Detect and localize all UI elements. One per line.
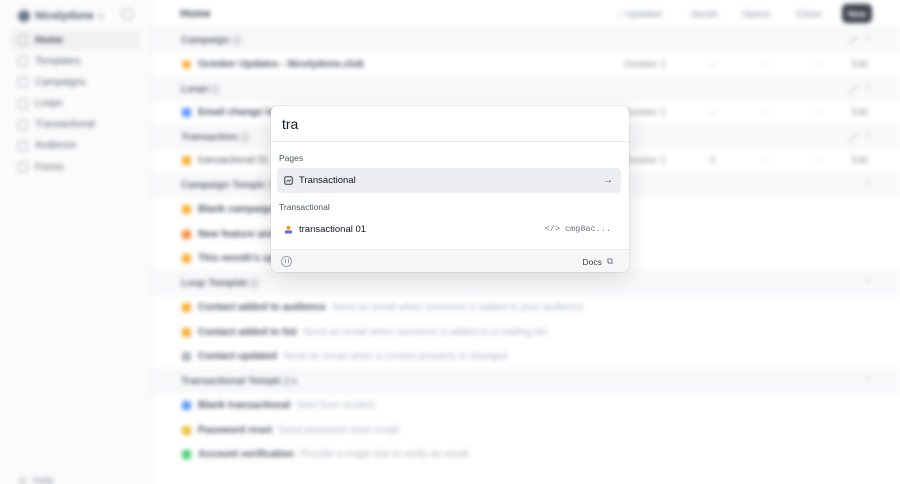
result-item-id: </> cmg8ac... [545,224,611,234]
app-logo-icon [281,256,292,267]
docs-link[interactable]: Docs ⧉ [583,256,613,267]
code-icon: </> [544,224,560,234]
page-icon [284,176,293,185]
arrow-right-icon: → [603,175,613,186]
result-item-label: transactional 01 [299,224,367,235]
docs-label: Docs [582,256,602,267]
group-label-transactional: Transactional [279,202,330,212]
person-icon [284,225,293,234]
group-label-pages: Pages [279,153,304,163]
result-id-value: cmg8ac... [565,224,611,234]
command-palette: Pages Transactional → Transactional tran… [271,106,629,272]
palette-footer: Docs ⧉ [271,249,629,272]
result-item-transactional-page[interactable]: Transactional → [277,168,621,193]
result-item-transactional-01[interactable]: transactional 01 </> cmg8ac... [277,217,621,242]
external-link-icon: ⧉ [606,256,613,266]
result-item-label: Transactional [299,175,356,186]
command-search-input[interactable] [271,106,629,142]
